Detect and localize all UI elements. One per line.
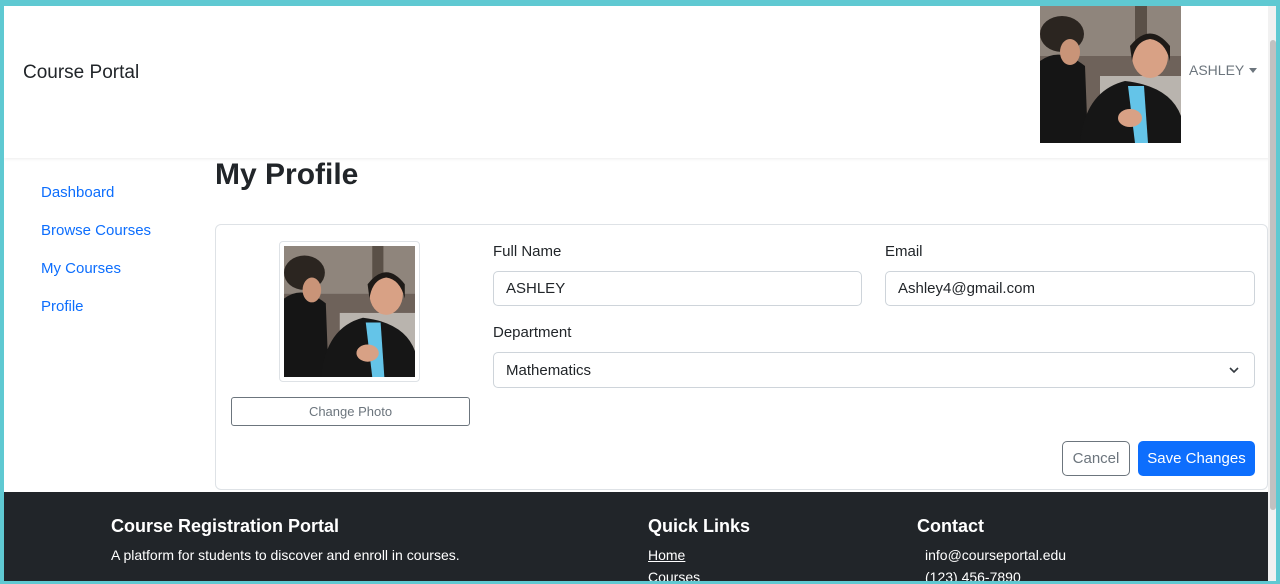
save-changes-button[interactable]: Save Changes (1138, 441, 1255, 476)
footer: Course Registration Portal A platform fo… (4, 492, 1272, 581)
change-photo-button[interactable]: Change Photo (231, 397, 470, 426)
email-input[interactable] (885, 271, 1255, 306)
footer-contact-title: Contact (917, 516, 984, 536)
user-name: ASHLEY (1189, 62, 1245, 78)
app-window: Course Portal ASHLEY Dashboard Browse Co… (4, 6, 1272, 581)
sidebar-item-profile[interactable]: Profile (41, 296, 151, 334)
scrollbar-thumb[interactable] (1270, 40, 1276, 510)
footer-link-courses[interactable]: Courses (648, 569, 700, 581)
footer-about-title: Course Registration Portal (111, 516, 340, 536)
sidebar: Dashboard Browse Courses My Courses Prof… (41, 182, 151, 334)
user-avatar[interactable] (1040, 6, 1181, 143)
department-select[interactable]: Mathematics (493, 352, 1255, 388)
caret-down-icon (1249, 67, 1258, 73)
department-label: Department (493, 324, 572, 341)
sidebar-item-browse-courses[interactable]: Browse Courses (41, 220, 151, 258)
footer-about-text: A platform for students to discover and … (111, 547, 460, 563)
full-name-label: Full Name (493, 243, 562, 260)
top-navbar: Course Portal ASHLEY (4, 6, 1272, 158)
email-label: Email (885, 243, 923, 260)
cancel-button[interactable]: Cancel (1062, 441, 1130, 476)
footer-contact-email: info@courseportal.edu (925, 547, 1067, 563)
brand-title[interactable]: Course Portal (23, 62, 139, 84)
sidebar-item-my-courses[interactable]: My Courses (41, 258, 151, 296)
sidebar-item-dashboard[interactable]: Dashboard (41, 182, 151, 220)
profile-card: Change Photo Full Name Email Department … (215, 224, 1268, 490)
profile-photo-frame (279, 241, 420, 382)
footer-contact-phone: (123) 456-7890 (925, 569, 1021, 581)
user-dropdown-toggle[interactable]: ASHLEY (1189, 62, 1258, 78)
footer-links-title: Quick Links (648, 516, 751, 536)
profile-photo (284, 246, 415, 377)
page-title: My Profile (215, 158, 359, 191)
user-avatar-photo (1040, 6, 1181, 143)
footer-link-home[interactable]: Home (648, 547, 685, 563)
chevron-down-icon (1229, 367, 1239, 374)
department-selected-value: Mathematics (506, 361, 592, 379)
full-name-input[interactable] (493, 271, 862, 306)
